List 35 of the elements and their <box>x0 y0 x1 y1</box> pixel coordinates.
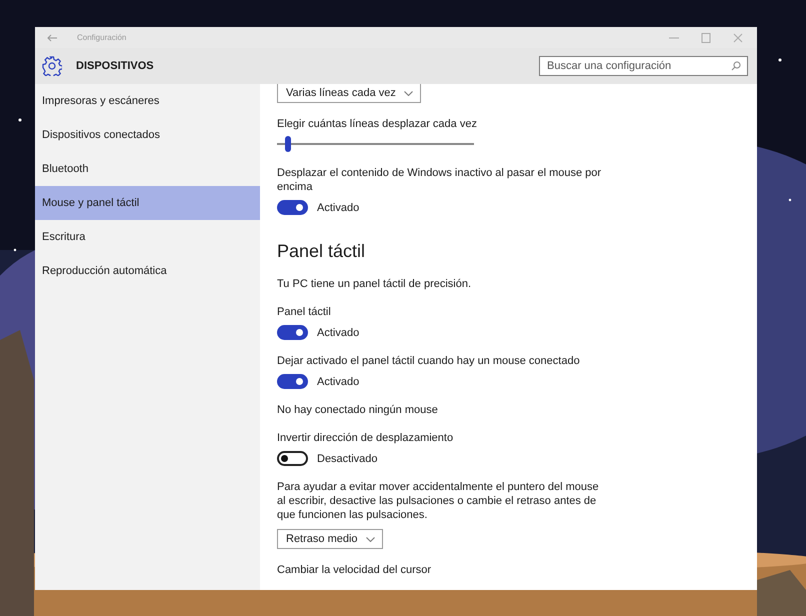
search-field[interactable]: Buscar una configuración <box>539 56 748 76</box>
setting-label: Panel táctil <box>277 305 331 319</box>
chevron-down-icon <box>366 536 375 542</box>
section-heading: Panel táctil <box>277 240 366 263</box>
toggle-switch[interactable] <box>277 200 308 215</box>
sidebar-item[interactable]: Bluetooth <box>35 152 260 186</box>
sidebar-item[interactable]: Mouse y panel táctil <box>35 186 260 220</box>
toggle-switch[interactable] <box>277 451 308 466</box>
window-title: Configuración <box>77 33 126 42</box>
info-text: Cambiar la velocidad del cursor <box>277 563 432 577</box>
info-text: Para ayudar a evitar mover accidentalmente el puntero del mouse al escribir, desactive las pulsaciones o cambie el retraso antes de que funcionen las pulsaciones. <box>277 480 600 522</box>
setting-label: Desplazar el contenido de Windows inactivo al pasar el mouse por encima <box>277 166 602 194</box>
setting-label: Elegir cuántas líneas desplazar cada vez <box>277 117 477 131</box>
search-icon[interactable] <box>731 61 741 71</box>
slider-thumb[interactable] <box>284 136 291 152</box>
sidebar-item[interactable]: Impresoras y escáneres <box>35 84 260 118</box>
toggle-switch[interactable] <box>277 374 308 389</box>
toggle-state: Desactivado <box>317 452 378 464</box>
sidebar-item[interactable]: Reproducción automática <box>35 254 260 288</box>
info-text: Tu PC tiene un panel táctil de precisión. <box>277 277 472 291</box>
page-title: DISPOSITIVOS <box>76 60 154 72</box>
slider[interactable] <box>277 136 474 152</box>
setting-label: Dejar activado el panel táctil cuando hay un mouse conectado <box>277 354 580 368</box>
toggle-switch[interactable] <box>277 325 308 340</box>
dropdown[interactable]: Retraso medio <box>277 529 383 549</box>
info-text: No hay conectado ningún mouse <box>277 403 438 417</box>
dropdown[interactable]: Varias líneas cada vez <box>277 84 421 103</box>
settings-icon <box>42 56 62 76</box>
sidebar-item[interactable]: Escritura <box>35 220 260 254</box>
chevron-down-icon <box>404 90 413 96</box>
sidebar-item[interactable]: Dispositivos conectados <box>35 118 260 152</box>
toggle-state: Activado <box>317 202 360 214</box>
toggle-state: Activado <box>317 326 360 338</box>
setting-label: Invertir dirección de desplazamiento <box>277 431 454 445</box>
toggle-state: Activado <box>317 376 360 388</box>
